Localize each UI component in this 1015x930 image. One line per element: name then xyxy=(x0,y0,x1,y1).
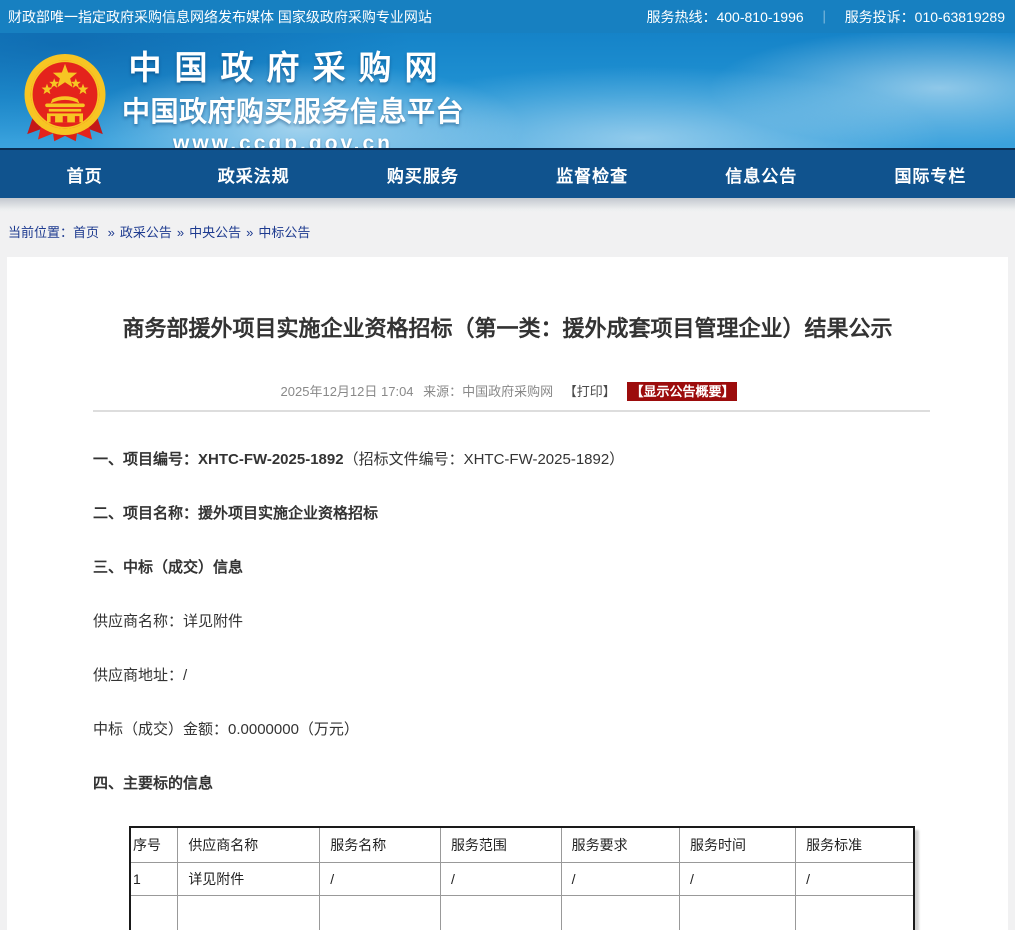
site-name: 中国政府采购网 xyxy=(122,41,457,89)
breadcrumb-separator: » xyxy=(103,225,120,240)
breadcrumb-link-4[interactable]: 中标公告 xyxy=(258,225,310,240)
breadcrumb-link-2[interactable]: 政采公告 xyxy=(120,225,172,240)
print-button[interactable]: 【打印】 xyxy=(564,384,616,399)
breadcrumb-link-1[interactable]: 首页 xyxy=(73,225,99,240)
article-paragraph: 中标（成交）金额：0.0000000（万元） xyxy=(93,718,930,742)
article-meta: 2025年12月12日 17:04 来源：中国政府采购网 【打印】 【显示公告概… xyxy=(7,381,1008,400)
article-paragraph: 三、中标（成交）信息 xyxy=(93,556,930,580)
table-cell xyxy=(130,895,178,930)
content-box: 商务部援外项目实施企业资格招标（第一类：援外成套项目管理企业）结果公示 2025… xyxy=(7,257,1008,930)
breadcrumb-separator: » xyxy=(241,225,258,240)
national-emblem-icon xyxy=(20,51,110,147)
breadcrumb-prefix: 当前位置： xyxy=(8,225,73,240)
table-header-cell: 服务名称 xyxy=(320,827,441,862)
table-header-cell: 服务时间 xyxy=(680,827,796,862)
publish-date: 2025年12月12日 17:04 xyxy=(281,384,414,399)
article-paragraph: 供应商名称：详见附件 xyxy=(93,610,930,634)
bid-result-table: 序号供应商名称服务名称服务范围服务要求服务时间服务标准 1详见附件///// xyxy=(129,826,915,930)
article-source: 来源：中国政府采购网 xyxy=(423,384,553,399)
article-body: 一、项目编号：XHTC-FW-2025-1892（招标文件编号：XHTC-FW-… xyxy=(7,412,1008,930)
table-cell: / xyxy=(440,862,561,895)
service-hotline: 服务热线：400-810-1996 xyxy=(646,7,803,27)
top-service-bar: 财政部唯一指定政府采购信息网络发布媒体 国家级政府采购专业网站 服务热线：400… xyxy=(0,0,1015,33)
nav-item-5[interactable]: 信息公告 xyxy=(677,150,846,198)
table-cell: 详见附件 xyxy=(178,862,320,895)
main-nav: 首页政采法规购买服务监督检查信息公告国际专栏 xyxy=(0,148,1015,198)
table-header-cell: 服务标准 xyxy=(796,827,914,862)
site-subtitle: 中国政府购买服务信息平台 xyxy=(122,90,444,130)
table-row: 1详见附件///// xyxy=(130,862,914,895)
nav-item-2[interactable]: 政采法规 xyxy=(169,150,338,198)
table-header-cell: 服务范围 xyxy=(440,827,561,862)
table-cell xyxy=(320,895,441,930)
article-paragraph: 二、项目名称：援外项目实施企业资格招标 xyxy=(93,502,930,526)
article-paragraph: 一、项目编号：XHTC-FW-2025-1892（招标文件编号：XHTC-FW-… xyxy=(93,448,930,472)
table-header-cell: 序号 xyxy=(130,827,178,862)
table-row xyxy=(130,895,914,930)
nav-item-3[interactable]: 购买服务 xyxy=(338,150,507,198)
site-url: www.ccgp.gov.cn xyxy=(122,132,444,148)
table-cell xyxy=(561,895,679,930)
table-cell: 1 xyxy=(130,862,178,895)
nav-item-1[interactable]: 首页 xyxy=(0,150,169,198)
service-complaint: 服务投诉：010-63819289 xyxy=(845,7,1005,27)
table-cell: / xyxy=(561,862,679,895)
breadcrumb: 当前位置：首页 »政采公告»中央公告»中标公告 xyxy=(0,212,1015,257)
table-cell xyxy=(680,895,796,930)
topbar-separator: ｜ xyxy=(810,7,839,26)
site-header: 中国政府采购网 中国政府购买服务信息平台 www.ccgp.gov.cn xyxy=(0,33,1015,148)
show-summary-button[interactable]: 【显示公告概要】 xyxy=(627,382,737,401)
article-paragraph: 供应商地址：/ xyxy=(93,664,930,688)
table-header-cell: 供应商名称 xyxy=(178,827,320,862)
article-paragraph: 四、主要标的信息 xyxy=(93,772,930,796)
page-title: 商务部援外项目实施企业资格招标（第一类：援外成套项目管理企业）结果公示 xyxy=(7,257,1008,343)
nav-fade-strip xyxy=(0,198,1015,212)
nav-item-4[interactable]: 监督检查 xyxy=(508,150,677,198)
site-logo-link[interactable]: 中国政府采购网 中国政府购买服务信息平台 www.ccgp.gov.cn xyxy=(20,41,444,148)
nav-item-6[interactable]: 国际专栏 xyxy=(846,150,1015,198)
table-header-cell: 服务要求 xyxy=(561,827,679,862)
table-cell: / xyxy=(680,862,796,895)
table-cell xyxy=(796,895,914,930)
table-cell: / xyxy=(320,862,441,895)
breadcrumb-separator: » xyxy=(172,225,189,240)
breadcrumb-link-3[interactable]: 中央公告 xyxy=(189,225,241,240)
site-slogan: 财政部唯一指定政府采购信息网络发布媒体 国家级政府采购专业网站 xyxy=(8,7,432,27)
table-cell xyxy=(178,895,320,930)
table-cell xyxy=(440,895,561,930)
table-cell: / xyxy=(796,862,914,895)
